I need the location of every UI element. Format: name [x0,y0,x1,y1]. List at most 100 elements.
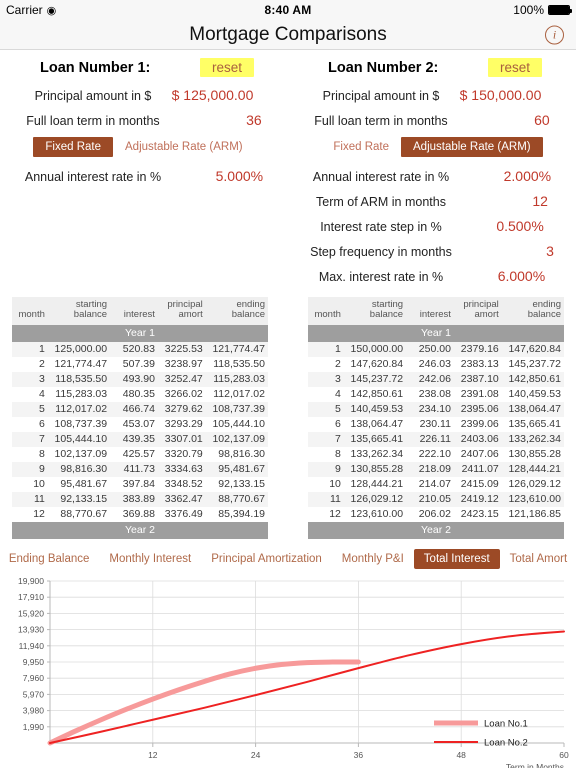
tab-total-amort[interactable]: Total Amort [500,549,576,569]
starting-balance-cell: 142,850.61 [350,388,404,400]
principal-amort-cell: 2423.15 [460,508,499,520]
loan-2-step-value[interactable]: 0.500% [452,218,543,234]
y-axis-tick-label: 5,970 [23,689,45,699]
total-interest-line-chart[interactable]: 1,990 3,980 5,970 7,960 9,950 11,940 13,930 15,… [2,575,574,768]
loan-2-step-frequency-value[interactable]: 3 [462,243,554,259]
month-cell: 2 [39,358,45,370]
ending-balance-cell: 138,064.47 [501,401,564,417]
table-row: 9 130,855.28 218.09 2411.07 128,444.21 [308,461,564,477]
starting-balance-cell: 102,137.09 [54,448,108,460]
tab-principal-amortization[interactable]: Principal Amortization [201,549,332,569]
tab-ending-balance[interactable]: Ending Balance [0,549,99,569]
loan-1-reset-button[interactable]: reset [199,58,254,77]
interest-cell: 242.06 [406,371,454,387]
starting-balance-cell: 112,017.02 [47,401,111,417]
month-cell: 4 [39,388,45,400]
ios-status-bar: Carrier ◉ 8:40 AM 100% [0,0,576,20]
tab-total-interest[interactable]: Total Interest [413,548,500,569]
loan-2-rate-value[interactable]: 2.000% [459,168,551,184]
starting-balance-cell: 105,444.10 [47,431,111,447]
loan-2-principal-value[interactable]: $ 150,000.00 [449,87,542,103]
principal-amort-cell: 2399.06 [460,418,499,430]
loan-2-step-label: Interest rate step in % [320,220,442,234]
amortization-tables: month starting balance interest principa… [0,293,576,539]
table-row: 4 142,850.61 238.08 2391.08 140,459.53 [308,387,564,402]
tab-monthly-interest[interactable]: Monthly Interest [99,549,201,569]
y-axis-tick-label: 9,950 [23,657,45,667]
starting-balance-cell: 98,816.30 [47,461,111,477]
principal-amort-cell: 2395.06 [453,401,502,417]
info-icon[interactable]: i [545,25,564,44]
th-month: month [12,297,48,325]
month-cell: 9 [12,461,48,477]
loan-2-term-value[interactable]: 60 [458,112,550,128]
month-cell: 8 [39,448,45,460]
starting-balance-cell: 121,774.47 [54,358,108,370]
ending-balance-cell: 121,774.47 [205,341,268,357]
tab-monthly-p-i[interactable]: Monthly P&I [332,549,414,569]
loan-2-principal-label: Principal amount in $ [322,89,440,103]
starting-balance-cell: 133,262.34 [350,448,404,460]
table-row: 3 145,237.72 242.06 2387.10 142,850.61 [308,371,564,387]
ending-balance-cell: 123,610.00 [501,491,564,507]
starting-balance-cell: 92,133.15 [47,491,111,507]
loan-2-amortization-table[interactable]: month starting balance interest principa… [308,297,564,539]
principal-amort-cell: 2419.12 [453,491,502,507]
loan-1-amortization-table[interactable]: month starting balance interest principa… [12,297,268,539]
table-row: 4 115,283.03 480.35 3266.02 112,017.02 [12,387,268,402]
interest-cell: 411.73 [110,461,158,477]
loan-1-principal-value[interactable]: $ 125,000.00 [161,87,254,103]
chart-container[interactable]: 1,990 3,980 5,970 7,960 9,950 11,940 13,930 15,… [0,569,576,768]
y-axis-tick-label: 15,920 [18,608,44,618]
interest-cell: 222.10 [418,448,451,460]
loan-1-rate-value[interactable]: 5.000% [171,168,263,184]
year-band-row: Year 2 [12,521,268,539]
loan-1-title: Loan Number 1: [40,59,151,76]
ending-balance-cell: 145,237.72 [508,358,561,370]
principal-amort-cell: 2415.09 [460,478,499,490]
loan-2-arm-tab[interactable]: Adjustable Rate (ARM) [401,137,543,157]
interest-cell: 234.10 [406,401,454,417]
chart-tab-bar: Ending Balance Monthly Interest Principal … [0,548,576,569]
year-band-row: Year 1 [12,324,268,342]
status-bar-right: 100% [513,3,572,17]
table-row: 1 125,000.00 520.83 3225.53 121,774.47 [12,341,268,357]
loan-2-table-body: Year 1 1 150,000.00 250.00 2379.16 147,620.8… [308,324,564,539]
ending-balance-cell: 142,850.61 [501,371,564,387]
loan-2-max-rate-value[interactable]: 6.000% [453,268,545,284]
table-row: 5 140,459.53 234.10 2395.06 138,064.47 [308,401,564,417]
loan-2-panel: Loan Number 2: reset Principal amount in… [288,58,576,293]
principal-amort-cell: 2403.06 [453,431,502,447]
year-band-label: Year 2 [308,521,564,539]
loan-2-arm-term-value[interactable]: 12 [456,193,548,209]
principal-amort-cell: 2391.08 [460,388,499,400]
loan-1-rate-type-segmented-control: Fixed Rate Adjustable Rate (ARM) [12,137,276,157]
month-cell: 1 [308,341,344,357]
loan-2-step-frequency-row: Step frequency in months 3 [300,243,564,259]
principal-amort-cell: 2383.13 [460,358,499,370]
year-band-row: Year 2 [308,521,564,539]
interest-cell: 250.00 [406,341,454,357]
principal-amort-cell: 3348.52 [164,478,203,490]
loan-1-fixed-rate-tab[interactable]: Fixed Rate [33,137,113,157]
loan-2-reset-button[interactable]: reset [487,58,542,77]
loan-1-term-value[interactable]: 36 [170,112,262,128]
th-ending-balance: ending balance [205,297,268,325]
loan-2-arm-term-row: Term of ARM in months 12 [300,193,564,209]
ending-balance-cell: 88,770.67 [205,491,268,507]
y-axis-tick-label: 17,910 [18,592,44,602]
loan-1-term-row: Full loan term in months 36 [12,112,276,128]
loan-2-fixed-rate-tab[interactable]: Fixed Rate [321,137,401,157]
table-row: 12 88,770.67 369.88 3376.49 85,394.19 [12,507,268,522]
starting-balance-cell: 147,620.84 [350,358,404,370]
month-cell: 10 [329,478,341,490]
loan-1-arm-tab[interactable]: Adjustable Rate (ARM) [113,137,255,157]
interest-cell: 206.02 [418,508,451,520]
th-principal-amort: principal amort [453,297,502,325]
principal-amort-cell: 3293.29 [164,418,203,430]
principal-amort-cell: 2387.10 [453,371,502,387]
battery-icon [548,5,572,15]
ending-balance-cell: 108,737.39 [205,401,268,417]
month-cell: 3 [12,371,48,387]
interest-cell: 425.57 [122,448,155,460]
